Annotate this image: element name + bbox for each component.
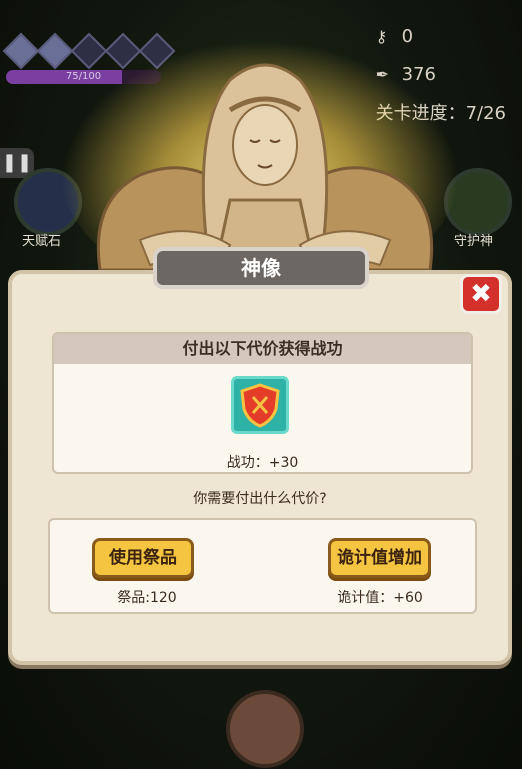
close-button[interactable]: ✖ (460, 274, 502, 314)
shield-icon (240, 383, 280, 428)
guardian-label: 守护神 (454, 234, 494, 249)
dialog-title: 神像 (153, 247, 369, 289)
diamond-icon (36, 32, 74, 70)
offering-cost: 祭品:120 (117, 590, 177, 606)
reward-card-header: 付出以下代价获得战功 (54, 334, 471, 364)
reward-text: 战功：+30 (226, 455, 299, 471)
diamond-icon (2, 32, 40, 70)
trick-cost: 诡计值：+60 (337, 590, 423, 606)
use-offering-button[interactable]: 使用祭品 (92, 538, 194, 578)
cost-question: 你需要付出什么代价? (193, 491, 327, 507)
close-icon: ✖ (470, 279, 492, 309)
merit-reward-tile[interactable] (231, 376, 289, 434)
footprint-button[interactable] (226, 690, 304, 768)
talent-stone-label: 天赋石 (22, 234, 62, 249)
goddess-statue-image (96, 63, 434, 272)
increase-trick-button[interactable]: 诡计值增加 (328, 538, 431, 578)
